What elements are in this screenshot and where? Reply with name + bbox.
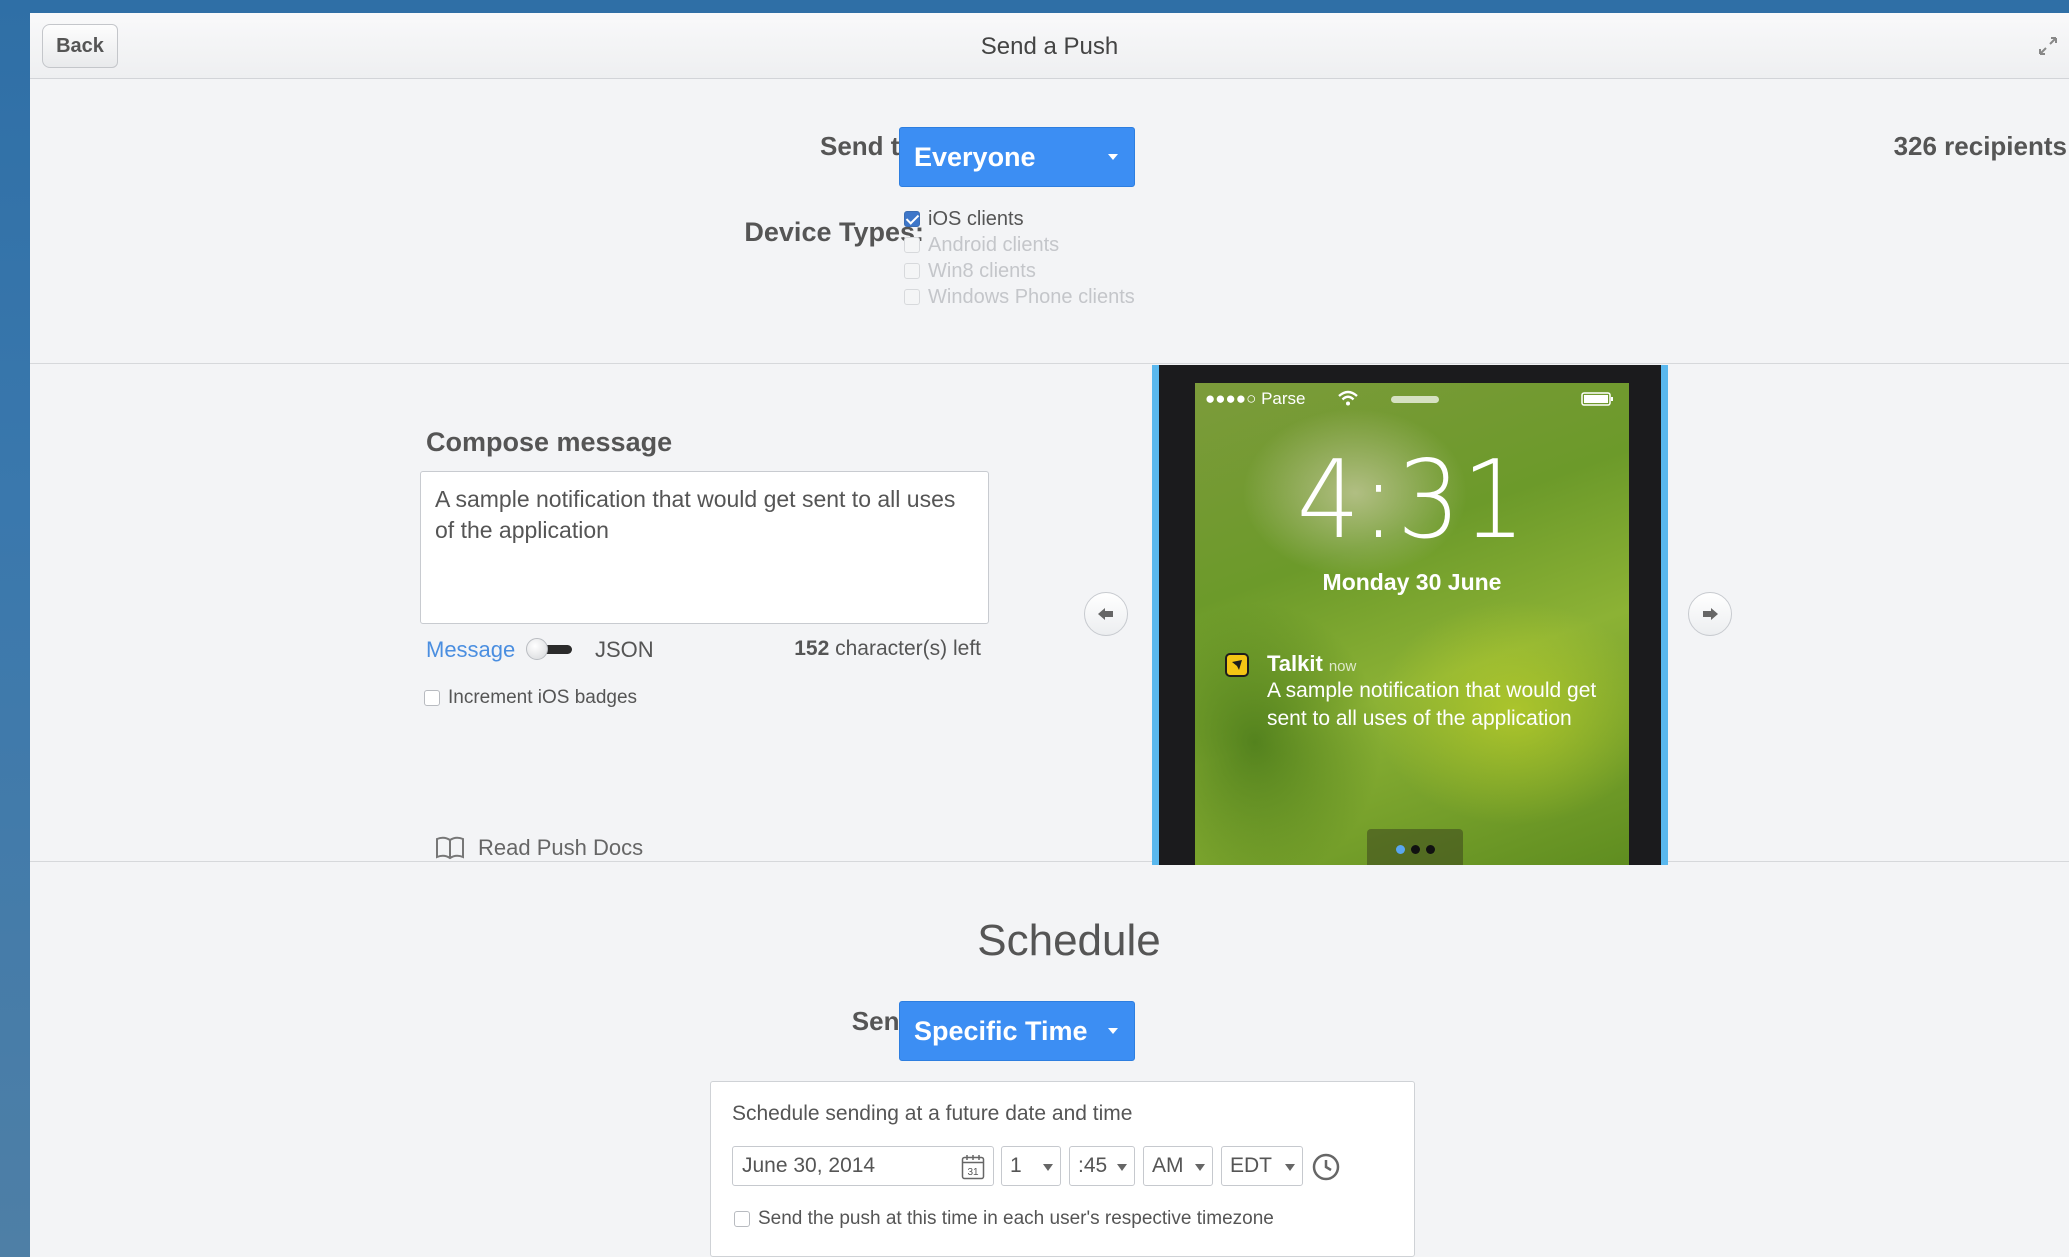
date-value: June 30, 2014 [742,1154,876,1177]
read-push-docs-label: Read Push Docs [478,835,644,860]
notification-app-name: Talkit now [1267,651,1356,677]
device-types-list: iOS clients Android clients Win8 clients… [904,206,1135,310]
lock-screen: ●●●●○ Parse 4:31 Monday 30 June Talkit n… [1195,383,1629,865]
book-icon [436,836,464,860]
chevron-down-icon [1108,1028,1118,1034]
increment-badges-row[interactable]: Increment iOS badges [424,687,637,709]
status-bar: ●●●●○ Parse [1201,388,1623,410]
user-timezone-label: Send the push at this time in each user'… [758,1208,1274,1229]
device-type-ios[interactable]: iOS clients [904,206,1135,232]
read-push-docs-link[interactable]: Read Push Docs [434,835,643,861]
push-composer-window: Back Send a Push Send to: Everyone 326 r… [30,13,2069,1257]
checkbox-win8 [904,263,920,279]
send-to-value: Everyone [914,141,1036,172]
send-time-value: Specific Time [914,1015,1088,1046]
status-slider [1391,396,1439,403]
checkbox-windows-phone [904,289,920,305]
schedule-panel: Schedule sending at a future date and ti… [710,1081,1415,1257]
toggle-knob[interactable] [526,638,548,660]
device-type-label: Android clients [928,233,1060,256]
page-dot [1425,844,1435,854]
arrow-left-icon [1098,608,1113,620]
message-mode-link[interactable]: Message [426,637,515,663]
expand-icon[interactable] [2037,35,2059,57]
chars-left-count: 152 [794,637,830,660]
message-json-toggle[interactable] [526,637,574,661]
device-types-label: Device Types: [744,217,924,247]
arrow-right-icon [1703,608,1718,620]
message-textarea[interactable]: A sample notification that would get sen… [420,471,989,624]
recipient-count: 326 recipients [1893,131,2067,161]
carrier-label: ●●●●○ Parse [1205,389,1306,408]
hour-select[interactable]: 1 [1001,1146,1061,1186]
page-indicator [1367,829,1463,865]
increment-badges-checkbox[interactable] [424,690,440,706]
device-type-label: iOS clients [928,207,1024,230]
chevron-down-icon [1108,154,1118,160]
notification-text: A sample notification that would get sen… [1267,679,1597,730]
json-mode-label[interactable]: JSON [595,637,654,663]
checkbox-ios[interactable] [904,211,920,227]
ampm-select[interactable]: AM [1143,1146,1213,1186]
device-type-android: Android clients [904,232,1135,258]
calendar-icon[interactable]: 31 [961,1154,985,1180]
device-type-win8: Win8 clients [904,258,1135,284]
schedule-title: Schedule [977,916,1161,965]
title-bar: Back Send a Push [30,13,2069,79]
lock-screen-date: Monday 30 June [1322,569,1502,595]
svg-text:31: 31 [967,1167,979,1178]
audience-section: Send to: Everyone 326 recipients Device … [30,79,2069,364]
user-timezone-row[interactable]: Send the push at this time in each user'… [734,1208,1274,1230]
compose-section: Compose message A sample notification th… [30,365,2069,865]
minute-select[interactable]: :45 [1069,1146,1135,1186]
timezone-select[interactable]: EDT [1221,1146,1303,1186]
device-type-label: Windows Phone clients [928,285,1135,308]
app-icon [1225,653,1249,677]
send-to-dropdown[interactable]: Everyone [899,127,1135,187]
compose-title: Compose message [426,427,673,457]
notification-time: now [1328,658,1357,675]
preview-next-button[interactable] [1688,592,1732,636]
chars-left: 152 character(s) left [794,637,981,661]
page-title: Send a Push [980,33,1119,60]
user-timezone-checkbox[interactable] [734,1211,750,1227]
battery-icon [1581,392,1613,406]
preview-prev-button[interactable] [1084,592,1128,636]
phone-preview: ●●●●○ Parse 4:31 Monday 30 June Talkit n… [1152,365,1668,865]
notification-app-label: Talkit [1267,651,1323,676]
page-dot [1410,844,1420,854]
device-type-windows-phone: Windows Phone clients [904,284,1135,310]
lock-screen-time: 4:31 [1296,438,1528,563]
clock-icon[interactable] [1311,1152,1341,1182]
page-dot [1395,844,1405,854]
device-type-label: Win8 clients [928,259,1036,282]
send-time-dropdown[interactable]: Specific Time [899,1001,1135,1061]
wifi-icon [1338,390,1358,406]
schedule-caption: Schedule sending at a future date and ti… [732,1102,1133,1125]
increment-badges-label: Increment iOS badges [448,687,638,708]
date-input[interactable]: June 30, 2014 31 [732,1146,994,1186]
checkbox-android [904,237,920,253]
chars-left-suffix: character(s) left [835,637,981,660]
